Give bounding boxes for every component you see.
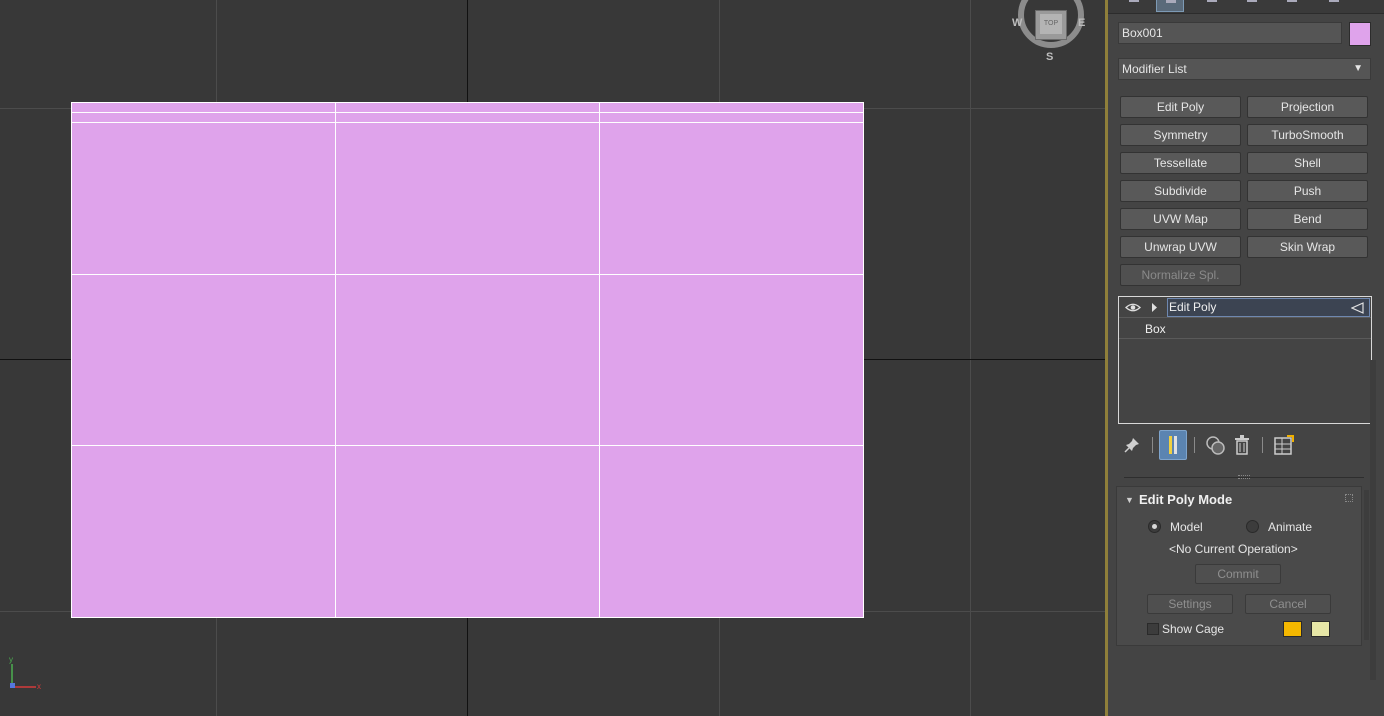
create-tab-icon[interactable] [1120,0,1148,12]
settings-button[interactable]: Settings [1147,594,1233,614]
stack-item-label: Edit Poly [1169,300,1217,314]
modifier-button-push[interactable]: Push [1247,180,1368,202]
modifier-button-tessellate[interactable]: Tessellate [1120,152,1241,174]
compass-west-label: W [1012,17,1023,29]
object-name-field[interactable]: Box001 [1118,22,1342,44]
commit-button[interactable]: Commit [1195,564,1281,584]
show-cage-checkbox[interactable] [1147,623,1159,635]
show-cage-label: Show Cage [1162,622,1225,636]
toolbar-separator [1262,437,1263,453]
cage-color-swatch[interactable] [1283,621,1302,637]
axis-tripod-icon: y x [9,655,41,691]
edge-line [599,103,600,617]
viewcube[interactable]: TOP W E S [1010,0,1095,64]
compass-south-label: S [1046,51,1054,63]
remove-modifier-trash-icon[interactable] [1228,430,1256,460]
utilities-tab-icon[interactable] [1320,0,1348,12]
configure-modifier-sets-icon[interactable] [1270,430,1298,460]
edge-line [335,103,336,617]
rollout-grip-icon[interactable] [1345,494,1353,502]
modifier-button-skin-wrap[interactable]: Skin Wrap [1247,236,1368,258]
stack-item-label: Box [1145,322,1166,336]
show-end-result-icon[interactable] [1159,430,1187,460]
cancel-button[interactable]: Cancel [1245,594,1331,614]
chevron-down-icon: ▼ [1353,63,1363,74]
panel-scrollbar[interactable] [1370,360,1376,680]
make-unique-icon[interactable] [1201,430,1229,460]
eye-icon[interactable] [1125,302,1141,313]
rollout-scrollbar[interactable] [1364,490,1369,640]
rollout-title[interactable]: Edit Poly Mode [1139,492,1232,507]
stack-item-edit-poly[interactable]: Edit Poly [1119,297,1371,318]
modifier-list-dropdown[interactable]: Modifier List ▼ [1118,58,1371,80]
animate-radio-label: Animate [1268,520,1313,534]
modifier-button-symmetry[interactable]: Symmetry [1120,124,1241,146]
current-operation-text: <No Current Operation> [1169,542,1298,556]
compass-east-label: E [1078,17,1086,29]
modifier-button-shell[interactable]: Shell [1247,152,1368,174]
stack-item-box[interactable]: Box [1119,319,1371,339]
modifier-button-turbosmooth[interactable]: TurboSmooth [1247,124,1368,146]
modifier-button-edit-poly[interactable]: Edit Poly [1120,96,1241,118]
toolbar-separator [1152,437,1153,453]
modifier-button-subdivide[interactable]: Subdivide [1120,180,1241,202]
modifier-stack[interactable]: Edit Poly Box [1118,296,1372,424]
top-viewport[interactable]: TOP W E S y x [0,0,1105,716]
pin-stack-icon[interactable] [1118,430,1146,460]
command-panel: Box001 Modifier List ▼ Edit Poly Projecti… [1108,0,1384,716]
edge-line [72,122,863,123]
toolbar-separator [1194,437,1195,453]
display-tab-icon[interactable] [1278,0,1306,12]
modifier-button-projection[interactable]: Projection [1247,96,1368,118]
object-color-swatch[interactable] [1349,22,1371,46]
modify-tab-icon[interactable] [1156,0,1184,12]
tripod-y-label: y [9,655,13,664]
command-panel-tabs [1108,0,1384,14]
viewcube-top-face[interactable]: TOP [1040,14,1062,34]
modifier-list-label: Modifier List [1122,62,1187,76]
animate-radio[interactable] [1246,520,1259,533]
hierarchy-tab-icon[interactable] [1198,0,1226,12]
edge-line [72,112,863,113]
active-triangle-icon [1351,302,1364,314]
box001-object[interactable] [71,102,864,618]
modifier-button-normalize-spl[interactable]: Normalize Spl. [1120,264,1241,286]
model-radio[interactable] [1148,520,1161,533]
collapse-triangle-icon[interactable]: ▼ [1125,495,1134,505]
edge-line [72,274,863,275]
modifier-button-uvw-map[interactable]: UVW Map [1120,208,1241,230]
cage-selected-color-swatch[interactable] [1311,621,1330,637]
edit-poly-mode-rollout: ▼ Edit Poly Mode Model Animate <No Curre… [1116,486,1362,646]
motion-tab-icon[interactable] [1238,0,1266,12]
modifier-button-bend[interactable]: Bend [1247,208,1368,230]
splitter-grip[interactable] [1238,475,1250,479]
model-radio-label: Model [1170,520,1203,534]
edge-line [72,445,863,446]
modifier-button-unwrap-uvw[interactable]: Unwrap UVW [1120,236,1241,258]
tripod-x-label: x [37,682,41,691]
expand-arrow-icon[interactable] [1151,303,1158,312]
stack-toolbar [1118,430,1372,462]
